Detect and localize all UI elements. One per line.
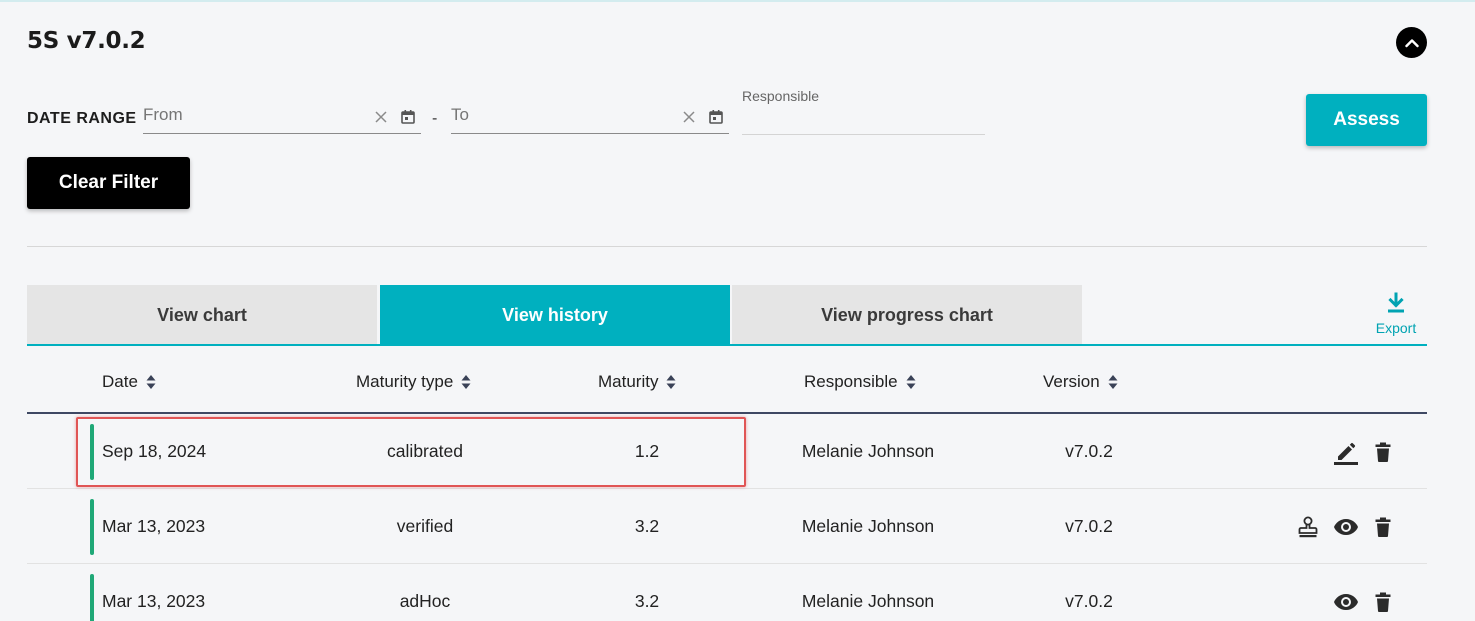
calendar-to-icon[interactable] — [708, 109, 724, 125]
delete-icon[interactable] — [1370, 439, 1396, 465]
date-from-field[interactable]: From — [143, 100, 421, 134]
cell-maturity: 3.2 — [634, 516, 660, 536]
tab-view-history[interactable]: View history — [380, 285, 730, 345]
cell-responsible: Melanie Johnson — [801, 516, 935, 536]
tabs-underline — [27, 344, 1427, 346]
column-header-maturity[interactable]: Maturity — [598, 372, 676, 392]
cell-date: Mar 13, 2023 — [102, 591, 206, 611]
cell-responsible: Melanie Johnson — [801, 441, 935, 461]
cell-maturity-type: verified — [396, 516, 454, 536]
clear-to-icon[interactable] — [682, 110, 696, 124]
cell-date: Mar 13, 2023 — [102, 516, 206, 536]
sort-icon — [1108, 375, 1118, 389]
view-icon[interactable] — [1333, 589, 1359, 615]
date-separator: - — [432, 110, 438, 127]
column-header-maturity-type[interactable]: Maturity type — [356, 372, 471, 392]
chevron-up-icon — [1404, 38, 1419, 47]
status-indicator — [90, 499, 94, 555]
page-title: 5S v7.0.2 — [27, 28, 146, 54]
date-to-placeholder: To — [451, 105, 469, 124]
cell-date: Sep 18, 2024 — [102, 441, 207, 461]
cell-version: v7.0.2 — [1065, 516, 1113, 536]
calendar-from-icon[interactable] — [400, 109, 416, 125]
delete-icon[interactable] — [1370, 514, 1396, 540]
tab-view-chart[interactable]: View chart — [27, 285, 377, 345]
column-header-date[interactable]: Date — [102, 372, 156, 392]
export-button[interactable]: Export — [1366, 292, 1426, 342]
cell-version: v7.0.2 — [1065, 441, 1113, 461]
stamp-icon[interactable] — [1295, 514, 1321, 540]
sort-icon — [906, 375, 916, 389]
cell-version: v7.0.2 — [1065, 591, 1113, 611]
cell-maturity: 1.2 — [634, 441, 660, 461]
column-header-label: Maturity — [598, 372, 659, 391]
collapse-button[interactable] — [1396, 27, 1427, 58]
responsible-input[interactable] — [742, 108, 985, 135]
date-from-placeholder: From — [143, 105, 183, 124]
date-to-field[interactable]: To — [451, 100, 729, 134]
responsible-label: Responsible — [742, 88, 820, 104]
sort-icon — [666, 375, 676, 389]
delete-icon[interactable] — [1370, 589, 1396, 615]
sort-icon — [461, 375, 471, 389]
table-row[interactable]: Mar 13, 2023 adHoc 3.2 Melanie Johnson v… — [27, 564, 1427, 621]
status-indicator — [90, 424, 94, 480]
tab-view-progress-chart[interactable]: View progress chart — [732, 285, 1082, 345]
cell-maturity-type: adHoc — [399, 591, 451, 611]
sort-icon — [146, 375, 156, 389]
column-header-label: Responsible — [804, 372, 898, 391]
view-icon[interactable] — [1333, 514, 1359, 540]
export-label: Export — [1375, 320, 1417, 336]
assess-button[interactable]: Assess — [1306, 94, 1427, 146]
date-range-label: DATE RANGE — [27, 110, 137, 127]
download-icon — [1388, 292, 1404, 313]
cell-maturity-type: calibrated — [387, 441, 463, 461]
cell-maturity: 3.2 — [634, 591, 660, 611]
status-indicator — [90, 574, 94, 621]
column-header-version[interactable]: Version — [1043, 372, 1118, 392]
column-header-responsible[interactable]: Responsible — [804, 372, 916, 392]
column-header-label: Maturity type — [356, 372, 454, 391]
clear-filter-button[interactable]: Clear Filter — [27, 157, 190, 209]
column-header-label: Date — [102, 372, 138, 391]
column-header-label: Version — [1043, 372, 1100, 391]
table-row[interactable]: Mar 13, 2023 verified 3.2 Melanie Johnso… — [27, 489, 1427, 564]
section-divider — [27, 246, 1427, 247]
clear-from-icon[interactable] — [374, 110, 388, 124]
edit-icon[interactable] — [1333, 439, 1359, 465]
cell-responsible: Melanie Johnson — [801, 591, 935, 611]
table-row[interactable]: Sep 18, 2024 calibrated 1.2 Melanie John… — [27, 414, 1427, 489]
